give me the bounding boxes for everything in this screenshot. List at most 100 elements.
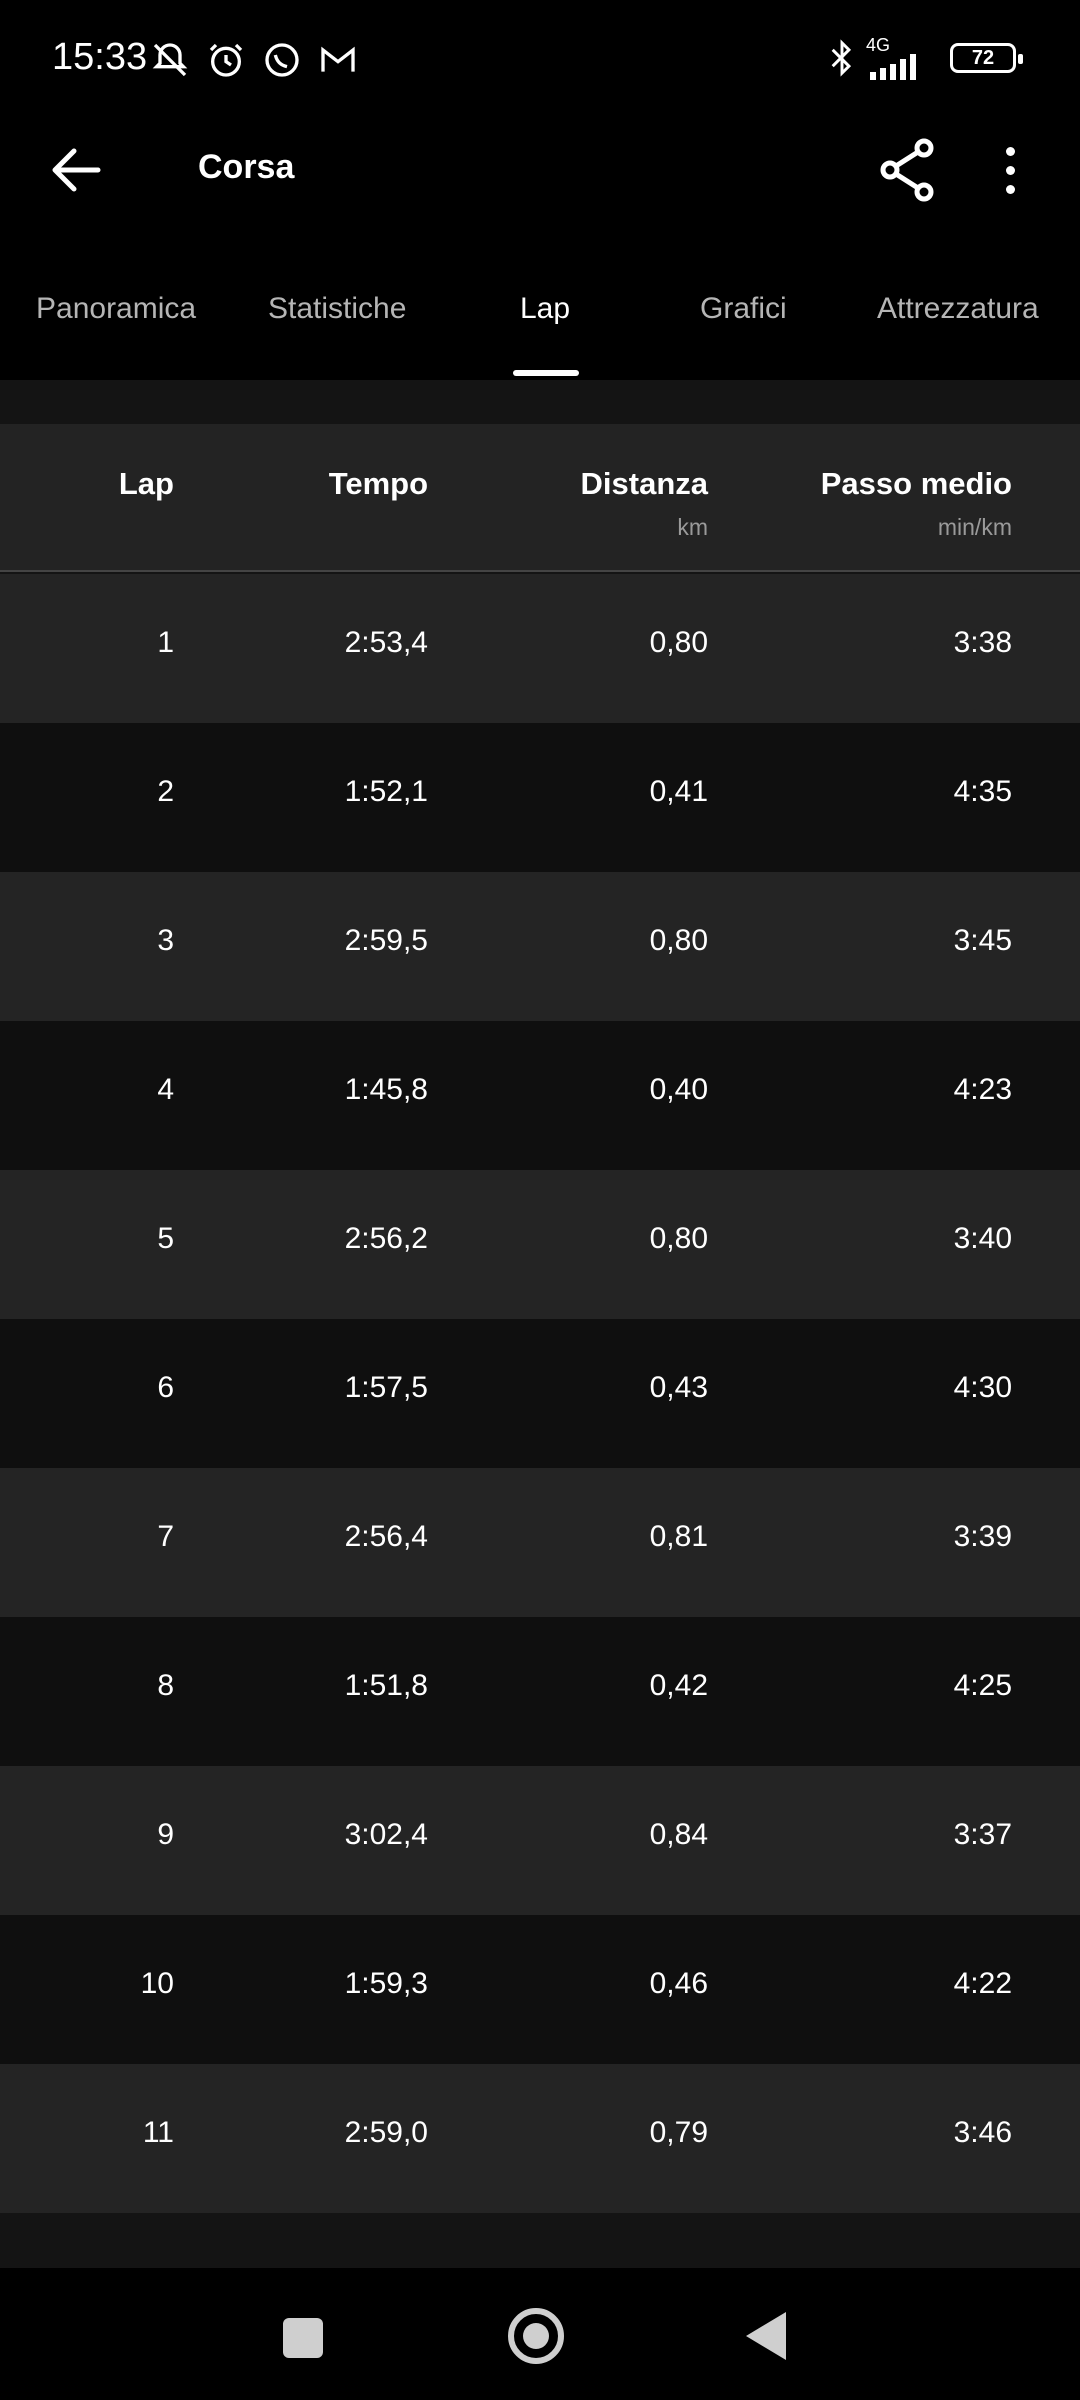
- table-row[interactable]: 4 1:45,8 0,40 4:23: [0, 1021, 1080, 1170]
- cell-pace: 4:25: [953, 1669, 1012, 1702]
- system-back-button[interactable]: [746, 2312, 786, 2360]
- home-button[interactable]: [508, 2308, 564, 2364]
- cell-lap: 9: [157, 1818, 174, 1851]
- cell-pace: 4:23: [953, 1073, 1012, 1106]
- cell-time: 1:52,1: [344, 775, 428, 808]
- cell-lap: 2: [157, 775, 174, 808]
- cell-distance: 0,81: [649, 1520, 708, 1553]
- cell-pace: 3:46: [953, 2116, 1012, 2149]
- more-vert-dot: [1005, 184, 1015, 194]
- page-title: Corsa: [198, 148, 295, 186]
- share-button[interactable]: [876, 138, 940, 202]
- header-distance-unit: km: [677, 514, 708, 540]
- tab-attrezzatura[interactable]: Attrezzatura: [877, 292, 1039, 326]
- cell-time: 1:57,5: [344, 1371, 428, 1404]
- laps-table-container[interactable]: Lap Tempo Distanza km Passo medio min/km…: [0, 380, 1080, 2268]
- cell-time: 2:56,4: [344, 1520, 428, 1553]
- status-time: 15:33: [52, 36, 148, 78]
- cell-lap: 6: [157, 1371, 174, 1404]
- header-pace-label: Passo medio: [820, 466, 1012, 501]
- cell-time: 1:51,8: [344, 1669, 428, 1702]
- more-vert-dot: [1005, 165, 1015, 175]
- app-bar: Corsa: [0, 120, 1080, 220]
- cell-lap: 4: [157, 1073, 174, 1106]
- header-distance-label: Distanza: [580, 466, 708, 501]
- cell-lap: 3: [157, 924, 174, 957]
- table-row[interactable]: 2 1:52,1 0,41 4:35: [0, 723, 1080, 872]
- signal-group: 4G: [866, 36, 926, 80]
- cell-pace: 4:22: [953, 1967, 1012, 2000]
- cell-distance: 0,80: [649, 924, 708, 957]
- table-row[interactable]: 9 3:02,4 0,84 3:37: [0, 1766, 1080, 1915]
- table-body: 1 2:53,4 0,80 3:38 2 1:52,1 0,41 4:35 3 …: [0, 574, 1080, 2213]
- cell-lap: 1: [157, 626, 174, 659]
- system-status: 4G 72: [828, 36, 1023, 80]
- status-bar: 15:33 4G 72: [0, 0, 1080, 120]
- cell-pace: 3:39: [953, 1520, 1012, 1553]
- screen: 15:33 4G 72 Corsa Panoramica Statistiche…: [0, 0, 1080, 2400]
- table-row[interactable]: 3 2:59,5 0,80 3:45: [0, 872, 1080, 1021]
- whatsapp-icon: [265, 43, 299, 77]
- table-row[interactable]: 7 2:56,4 0,81 3:39: [0, 1468, 1080, 1617]
- network-type: 4G: [866, 35, 891, 55]
- battery-indicator: 72: [950, 43, 1023, 73]
- table-row[interactable]: 1 2:53,4 0,80 3:38: [0, 574, 1080, 723]
- table-row[interactable]: 5 2:56,2 0,80 3:40: [0, 1170, 1080, 1319]
- alarm-icon: [209, 43, 243, 77]
- system-navigation-bar: [0, 2268, 1080, 2400]
- cell-time: 2:53,4: [344, 626, 428, 659]
- more-vert-icon: [1005, 146, 1015, 156]
- active-tab-indicator: [513, 370, 579, 376]
- table-row[interactable]: 10 1:59,3 0,46 4:22: [0, 1915, 1080, 2064]
- cell-distance: 0,41: [649, 775, 708, 808]
- cell-distance: 0,43: [649, 1371, 708, 1404]
- cell-time: 2:59,5: [344, 924, 428, 957]
- cell-pace: 3:45: [953, 924, 1012, 957]
- table-row[interactable]: 6 1:57,5 0,43 4:30: [0, 1319, 1080, 1468]
- header-lap: Lap: [119, 466, 174, 502]
- cell-lap: 8: [157, 1669, 174, 1702]
- cell-distance: 0,42: [649, 1669, 708, 1702]
- notification-icons: [150, 40, 358, 80]
- cell-distance: 0,84: [649, 1818, 708, 1851]
- cell-pace: 4:35: [953, 775, 1012, 808]
- cell-time: 1:59,3: [344, 1967, 428, 2000]
- cell-lap: 7: [157, 1520, 174, 1553]
- back-button[interactable]: [40, 140, 112, 200]
- more-options-button[interactable]: [980, 138, 1040, 202]
- cell-pace: 3:38: [953, 626, 1012, 659]
- table-row[interactable]: 8 1:51,8 0,42 4:25: [0, 1617, 1080, 1766]
- recents-button[interactable]: [283, 2318, 323, 2358]
- header-distance: Distanza km: [581, 466, 708, 541]
- cell-distance: 0,80: [649, 1222, 708, 1255]
- tab-statistiche[interactable]: Statistiche: [268, 292, 406, 326]
- cell-lap: 11: [142, 2116, 174, 2149]
- cell-lap: 5: [157, 1222, 174, 1255]
- cell-distance: 0,40: [649, 1073, 708, 1106]
- cell-pace: 3:40: [953, 1222, 1012, 1255]
- tab-lap[interactable]: Lap: [520, 292, 570, 326]
- cell-time: 2:56,2: [344, 1222, 428, 1255]
- cell-pace: 3:37: [953, 1818, 1012, 1851]
- cell-lap: 10: [140, 1967, 174, 2000]
- table-row[interactable]: 11 2:59,0 0,79 3:46: [0, 2064, 1080, 2213]
- signal-icon: [870, 54, 916, 80]
- cell-distance: 0,80: [649, 626, 708, 659]
- cell-time: 2:59,0: [344, 2116, 428, 2149]
- header-pace-unit: min/km: [937, 514, 1012, 540]
- cell-distance: 0,46: [649, 1967, 708, 2000]
- arrow-back-icon: [52, 148, 101, 192]
- tab-grafici[interactable]: Grafici: [700, 292, 787, 326]
- cell-pace: 4:30: [953, 1371, 1012, 1404]
- cell-time: 1:45,8: [344, 1073, 428, 1106]
- tab-panoramica[interactable]: Panoramica: [36, 292, 196, 326]
- bell-off-icon: [152, 43, 188, 77]
- cell-distance: 0,79: [649, 2116, 708, 2149]
- tab-bar: Panoramica Statistiche Lap Grafici Attre…: [0, 262, 1080, 380]
- gmail-icon: [321, 46, 355, 72]
- cell-time: 3:02,4: [344, 1818, 428, 1851]
- header-pace: Passo medio min/km: [821, 466, 1012, 541]
- header-lap-label: Lap: [118, 466, 174, 501]
- header-time-label: Tempo: [328, 466, 428, 501]
- table-header: Lap Tempo Distanza km Passo medio min/km: [0, 424, 1080, 572]
